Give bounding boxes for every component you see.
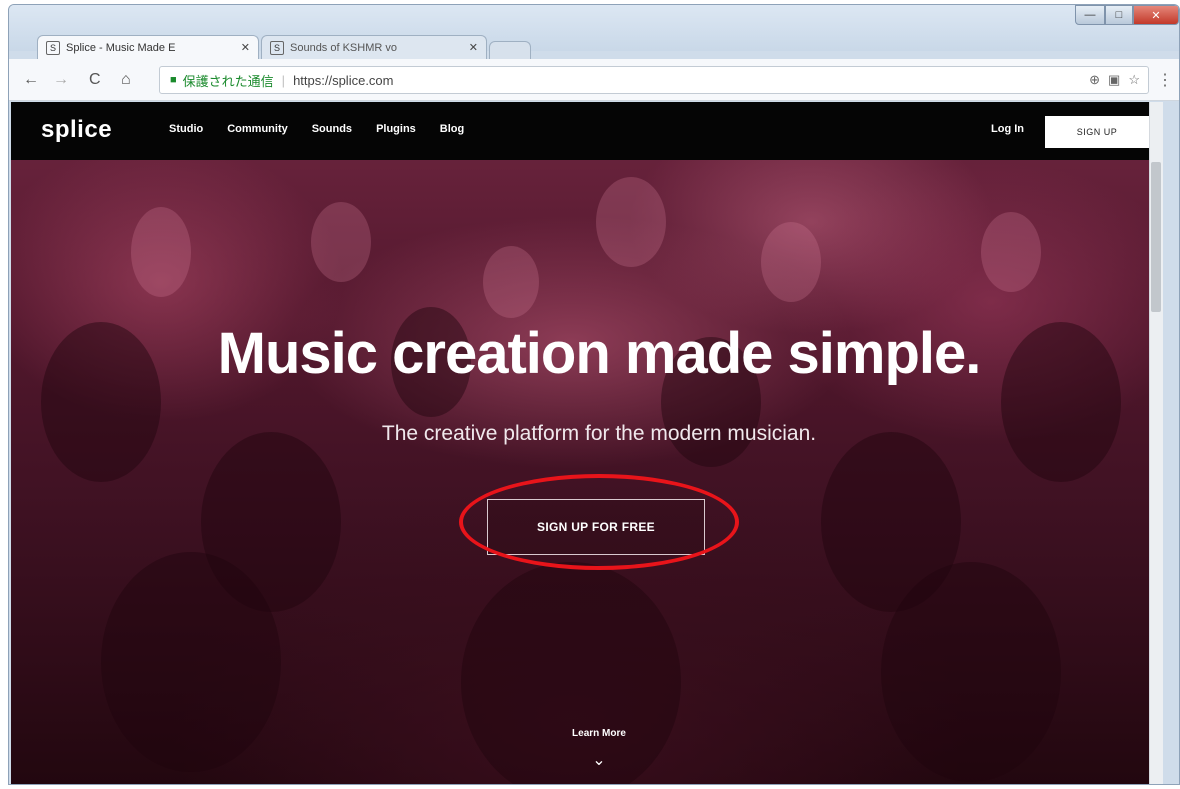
title-bar: S Splice - Music Made E ✕ S Sounds of KS… xyxy=(9,5,1179,59)
divider: | xyxy=(281,72,286,88)
close-window-button[interactable]: ✕ xyxy=(1133,5,1179,25)
chevron-down-icon[interactable]: ⌄ xyxy=(11,750,1163,770)
learn-more-link[interactable]: Learn More xyxy=(11,728,1163,739)
tab-title: Sounds of KSHMR vo xyxy=(290,41,397,54)
splice-logo[interactable]: splice xyxy=(41,116,112,144)
address-bar-icons: ⊕ ▣ ☆ xyxy=(1089,72,1140,88)
home-icon[interactable]: ⌂ xyxy=(121,71,131,89)
hero-subtitle: The creative platform for the modern mus… xyxy=(381,422,817,445)
secure-label: 保護された通信 xyxy=(182,73,274,89)
scrollbar[interactable] xyxy=(1149,102,1163,784)
tab-splice[interactable]: S Splice - Music Made E ✕ xyxy=(37,35,259,59)
hero-title: Music creation made simple. xyxy=(217,321,982,386)
scrollbar-thumb[interactable] xyxy=(1151,162,1161,312)
nav-blog[interactable]: Blog xyxy=(440,123,464,135)
forward-icon[interactable]: → xyxy=(53,71,69,89)
main-nav: Studio Community Sounds Plugins Blog xyxy=(169,123,464,135)
signup-button[interactable]: SIGN UP xyxy=(1045,116,1149,148)
menu-icon[interactable]: ⋮ xyxy=(1157,70,1173,90)
nav-community[interactable]: Community xyxy=(227,123,288,135)
reload-icon[interactable]: C xyxy=(89,71,101,89)
address-bar[interactable]: ■ 保護された通信 | https://splice.com ⊕ ▣ ☆ xyxy=(159,66,1149,94)
close-icon[interactable]: ✕ xyxy=(241,41,250,54)
new-tab-button[interactable] xyxy=(489,41,531,59)
close-icon[interactable]: ✕ xyxy=(469,41,478,54)
url-text: https://splice.com xyxy=(293,72,394,88)
page-viewport: splice Studio Community Sounds Plugins B… xyxy=(11,102,1163,784)
star-icon[interactable]: ☆ xyxy=(1128,72,1140,88)
back-icon[interactable]: ← xyxy=(23,71,39,89)
nav-plugins[interactable]: Plugins xyxy=(376,123,416,135)
browser-window: S Splice - Music Made E ✕ S Sounds of KS… xyxy=(8,4,1180,785)
window-controls: — □ ✕ xyxy=(1075,5,1179,25)
browser-toolbar: ← → C ⌂ ■ 保護された通信 | https://splice.com ⊕… xyxy=(9,59,1179,101)
highlight-circle xyxy=(459,474,739,570)
nav-sounds[interactable]: Sounds xyxy=(312,123,352,135)
lock-icon: ■ xyxy=(170,74,177,86)
tab-sounds[interactable]: S Sounds of KSHMR vo ✕ xyxy=(261,35,487,59)
zoom-icon[interactable]: ⊕ xyxy=(1089,72,1100,88)
translate-icon[interactable]: ▣ xyxy=(1108,72,1120,88)
minimize-button[interactable]: — xyxy=(1075,5,1105,25)
tab-title: Splice - Music Made E xyxy=(66,41,176,54)
maximize-button[interactable]: □ xyxy=(1105,5,1133,25)
nav-studio[interactable]: Studio xyxy=(169,123,203,135)
splice-favicon-icon: S xyxy=(270,40,284,55)
splice-favicon-icon: S xyxy=(46,40,60,55)
login-link[interactable]: Log In xyxy=(991,123,1024,135)
site-header: splice Studio Community Sounds Plugins B… xyxy=(11,102,1163,160)
